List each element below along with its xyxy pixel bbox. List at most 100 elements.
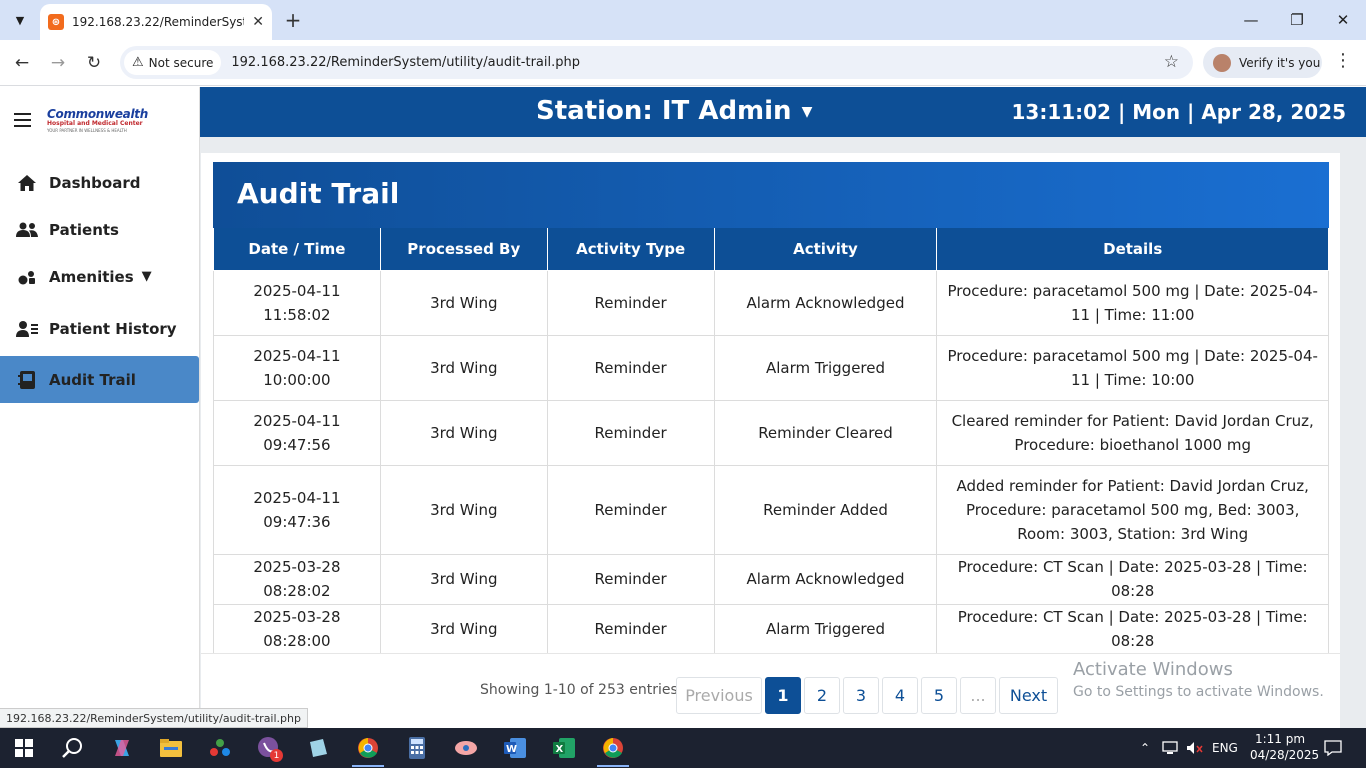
security-chip[interactable]: ⚠ Not secure <box>124 50 222 75</box>
new-tab-button[interactable]: + <box>282 8 304 32</box>
column-header[interactable]: Activity Type <box>546 228 715 271</box>
column-header[interactable]: Activity <box>713 228 938 271</box>
sidebar-item-audit-trail[interactable]: Audit Trail <box>0 356 199 403</box>
column-header[interactable]: Processed By <box>379 228 548 271</box>
table-row: 2025-04-11 11:58:02 3rd Wing Reminder Al… <box>213 269 1329 336</box>
notification-center-icon[interactable] <box>1324 728 1342 768</box>
table-cell: 3rd Wing <box>379 603 548 653</box>
search-icon[interactable] <box>56 734 88 762</box>
table-cell: 2025-03-28 08:28:00 <box>213 603 381 653</box>
page-1-button[interactable]: 1 <box>765 677 801 714</box>
word-icon[interactable]: W <box>499 734 531 762</box>
table-cell: 2025-03-28 08:28:02 <box>213 553 381 605</box>
browser-toolbar: ← → ↻ ⚠ Not secure 192.168.23.22/Reminde… <box>0 40 1366 86</box>
page-2-button[interactable]: 2 <box>804 677 840 714</box>
table-cell: Reminder Added <box>713 464 938 555</box>
volume-muted-icon[interactable] <box>1186 728 1204 768</box>
security-label: Not secure <box>148 55 214 70</box>
language-indicator[interactable]: ENG <box>1212 728 1238 768</box>
home-icon <box>16 173 38 193</box>
tab-search-dropdown[interactable]: ▼ <box>8 8 32 32</box>
calculator-icon[interactable] <box>401 734 433 762</box>
table-header-row: Date / Time Processed By Activity Type A… <box>213 228 1329 271</box>
watermark-line2: Go to Settings to activate Windows. <box>1073 684 1324 700</box>
forward-button[interactable]: → <box>45 50 71 76</box>
table-row: 2025-04-11 09:47:56 3rd Wing Reminder Re… <box>213 399 1329 466</box>
address-bar[interactable]: ⚠ Not secure 192.168.23.22/ReminderSyste… <box>120 46 1193 79</box>
reload-button[interactable]: ↻ <box>81 50 107 76</box>
viber-icon[interactable]: 1 <box>253 734 285 762</box>
browser-menu-icon[interactable]: ⋮ <box>1334 50 1352 71</box>
snipping-tool-icon[interactable] <box>450 734 482 762</box>
sidebar-item-patients[interactable]: Patients <box>0 206 199 253</box>
station-selector[interactable]: Station: IT Admin ▼ <box>536 96 812 126</box>
logo-name: Commonwealth <box>47 107 148 121</box>
previous-page-button[interactable]: Previous <box>676 677 762 714</box>
pagination-bar: Showing 1-10 of 253 entries Previous 1 2… <box>201 653 1340 728</box>
page-ellipsis: ... <box>960 677 996 714</box>
file-explorer-icon[interactable] <box>155 734 187 762</box>
hamburger-menu-icon[interactable] <box>14 113 31 127</box>
taskbar-time: 1:11 pm <box>1254 732 1306 746</box>
network-icon[interactable] <box>1162 728 1180 768</box>
sidebar-item-label: Dashboard <box>49 173 141 192</box>
page-4-button[interactable]: 4 <box>882 677 918 714</box>
table-cell: Reminder Cleared <box>713 399 938 466</box>
page-5-button[interactable]: 5 <box>921 677 957 714</box>
logo-subtitle: Hospital and Medical Center <box>47 120 143 127</box>
page-title: Audit Trail <box>237 177 400 210</box>
table-cell: Reminder <box>546 269 715 336</box>
status-bar-url: 192.168.23.22/ReminderSystem/utility/aud… <box>0 708 308 728</box>
url-text[interactable]: 192.168.23.22/ReminderSystem/utility/aud… <box>231 55 580 70</box>
audit-trail-card: Audit Trail Date / Time Processed By Act… <box>201 153 1340 728</box>
sidebar-item-dashboard[interactable]: Dashboard <box>0 159 199 206</box>
tab-close-icon[interactable]: ✕ <box>252 14 264 30</box>
tray-chevron-icon[interactable]: ⌃ <box>1140 728 1150 768</box>
table-cell: 3rd Wing <box>379 464 548 555</box>
chrome-profile-icon[interactable] <box>597 734 629 762</box>
bookmark-star-icon[interactable]: ☆ <box>1164 52 1179 72</box>
table-cell: Procedure: paracetamol 500 mg | Date: 20… <box>936 334 1329 401</box>
chrome-icon[interactable] <box>352 734 384 762</box>
table-cell: 3rd Wing <box>379 269 548 336</box>
station-label: Station: IT Admin <box>536 96 792 126</box>
page-3-button[interactable]: 3 <box>843 677 879 714</box>
watermark-line1: Activate Windows <box>1073 659 1233 680</box>
table-cell: 3rd Wing <box>379 334 548 401</box>
app-glass-icon[interactable] <box>302 734 334 762</box>
top-header: Station: IT Admin ▼ 13:11:02 | Mon | Apr … <box>200 87 1366 137</box>
table-scroll-area[interactable]: Audit Trail Date / Time Processed By Act… <box>201 153 1340 653</box>
close-window-button[interactable]: ✕ <box>1328 8 1358 32</box>
table-cell: Procedure: CT Scan | Date: 2025-03-28 | … <box>936 553 1329 605</box>
table-row: 2025-04-11 09:47:36 3rd Wing Reminder Re… <box>213 464 1329 555</box>
table-cell: Alarm Acknowledged <box>713 269 938 336</box>
minimize-button[interactable]: — <box>1236 8 1266 32</box>
logo-tagline: YOUR PARTNER IN WELLNESS & HEALTH <box>47 128 127 133</box>
restore-button[interactable]: ❐ <box>1282 8 1312 32</box>
browser-tab[interactable]: ⊛ 192.168.23.22/ReminderSystem ✕ <box>40 4 272 40</box>
windows-taskbar: 1 W X ⌃ ENG 1:11 pm 04/28/2025 <box>0 728 1366 768</box>
app-root: Commonwealth Hospital and Medical Center… <box>0 87 1366 728</box>
table-row: 2025-03-28 08:28:00 3rd Wing Reminder Al… <box>213 603 1329 653</box>
table-cell: Alarm Acknowledged <box>713 553 938 605</box>
back-button[interactable]: ← <box>9 50 35 76</box>
hospital-logo: Commonwealth Hospital and Medical Center… <box>47 107 148 137</box>
verify-profile-button[interactable]: Verify it's you <box>1203 47 1322 78</box>
xampp-favicon-icon: ⊛ <box>48 14 64 30</box>
column-header[interactable]: Details <box>936 228 1329 271</box>
app-dots-icon[interactable] <box>204 734 236 762</box>
taskbar-clock[interactable]: 1:11 pm 04/28/2025 <box>1250 731 1319 763</box>
sidebar-item-label: Amenities <box>49 267 134 286</box>
windows-start-icon[interactable] <box>8 734 40 762</box>
table-cell: 3rd Wing <box>379 553 548 605</box>
sidebar-item-amenities[interactable]: Amenities ▼ <box>0 253 199 300</box>
table-row: 2025-03-28 08:28:02 3rd Wing Reminder Al… <box>213 553 1329 605</box>
copilot-icon[interactable] <box>106 734 138 762</box>
header-clock: 13:11:02 | Mon | Apr 28, 2025 <box>1011 100 1346 124</box>
sidebar-item-patient-history[interactable]: Patient History <box>0 305 199 352</box>
svg-text:W: W <box>506 744 517 755</box>
next-page-button[interactable]: Next <box>999 677 1058 714</box>
excel-icon[interactable]: X <box>548 734 580 762</box>
verify-label: Verify it's you <box>1239 55 1321 70</box>
column-header[interactable]: Date / Time <box>213 228 381 271</box>
